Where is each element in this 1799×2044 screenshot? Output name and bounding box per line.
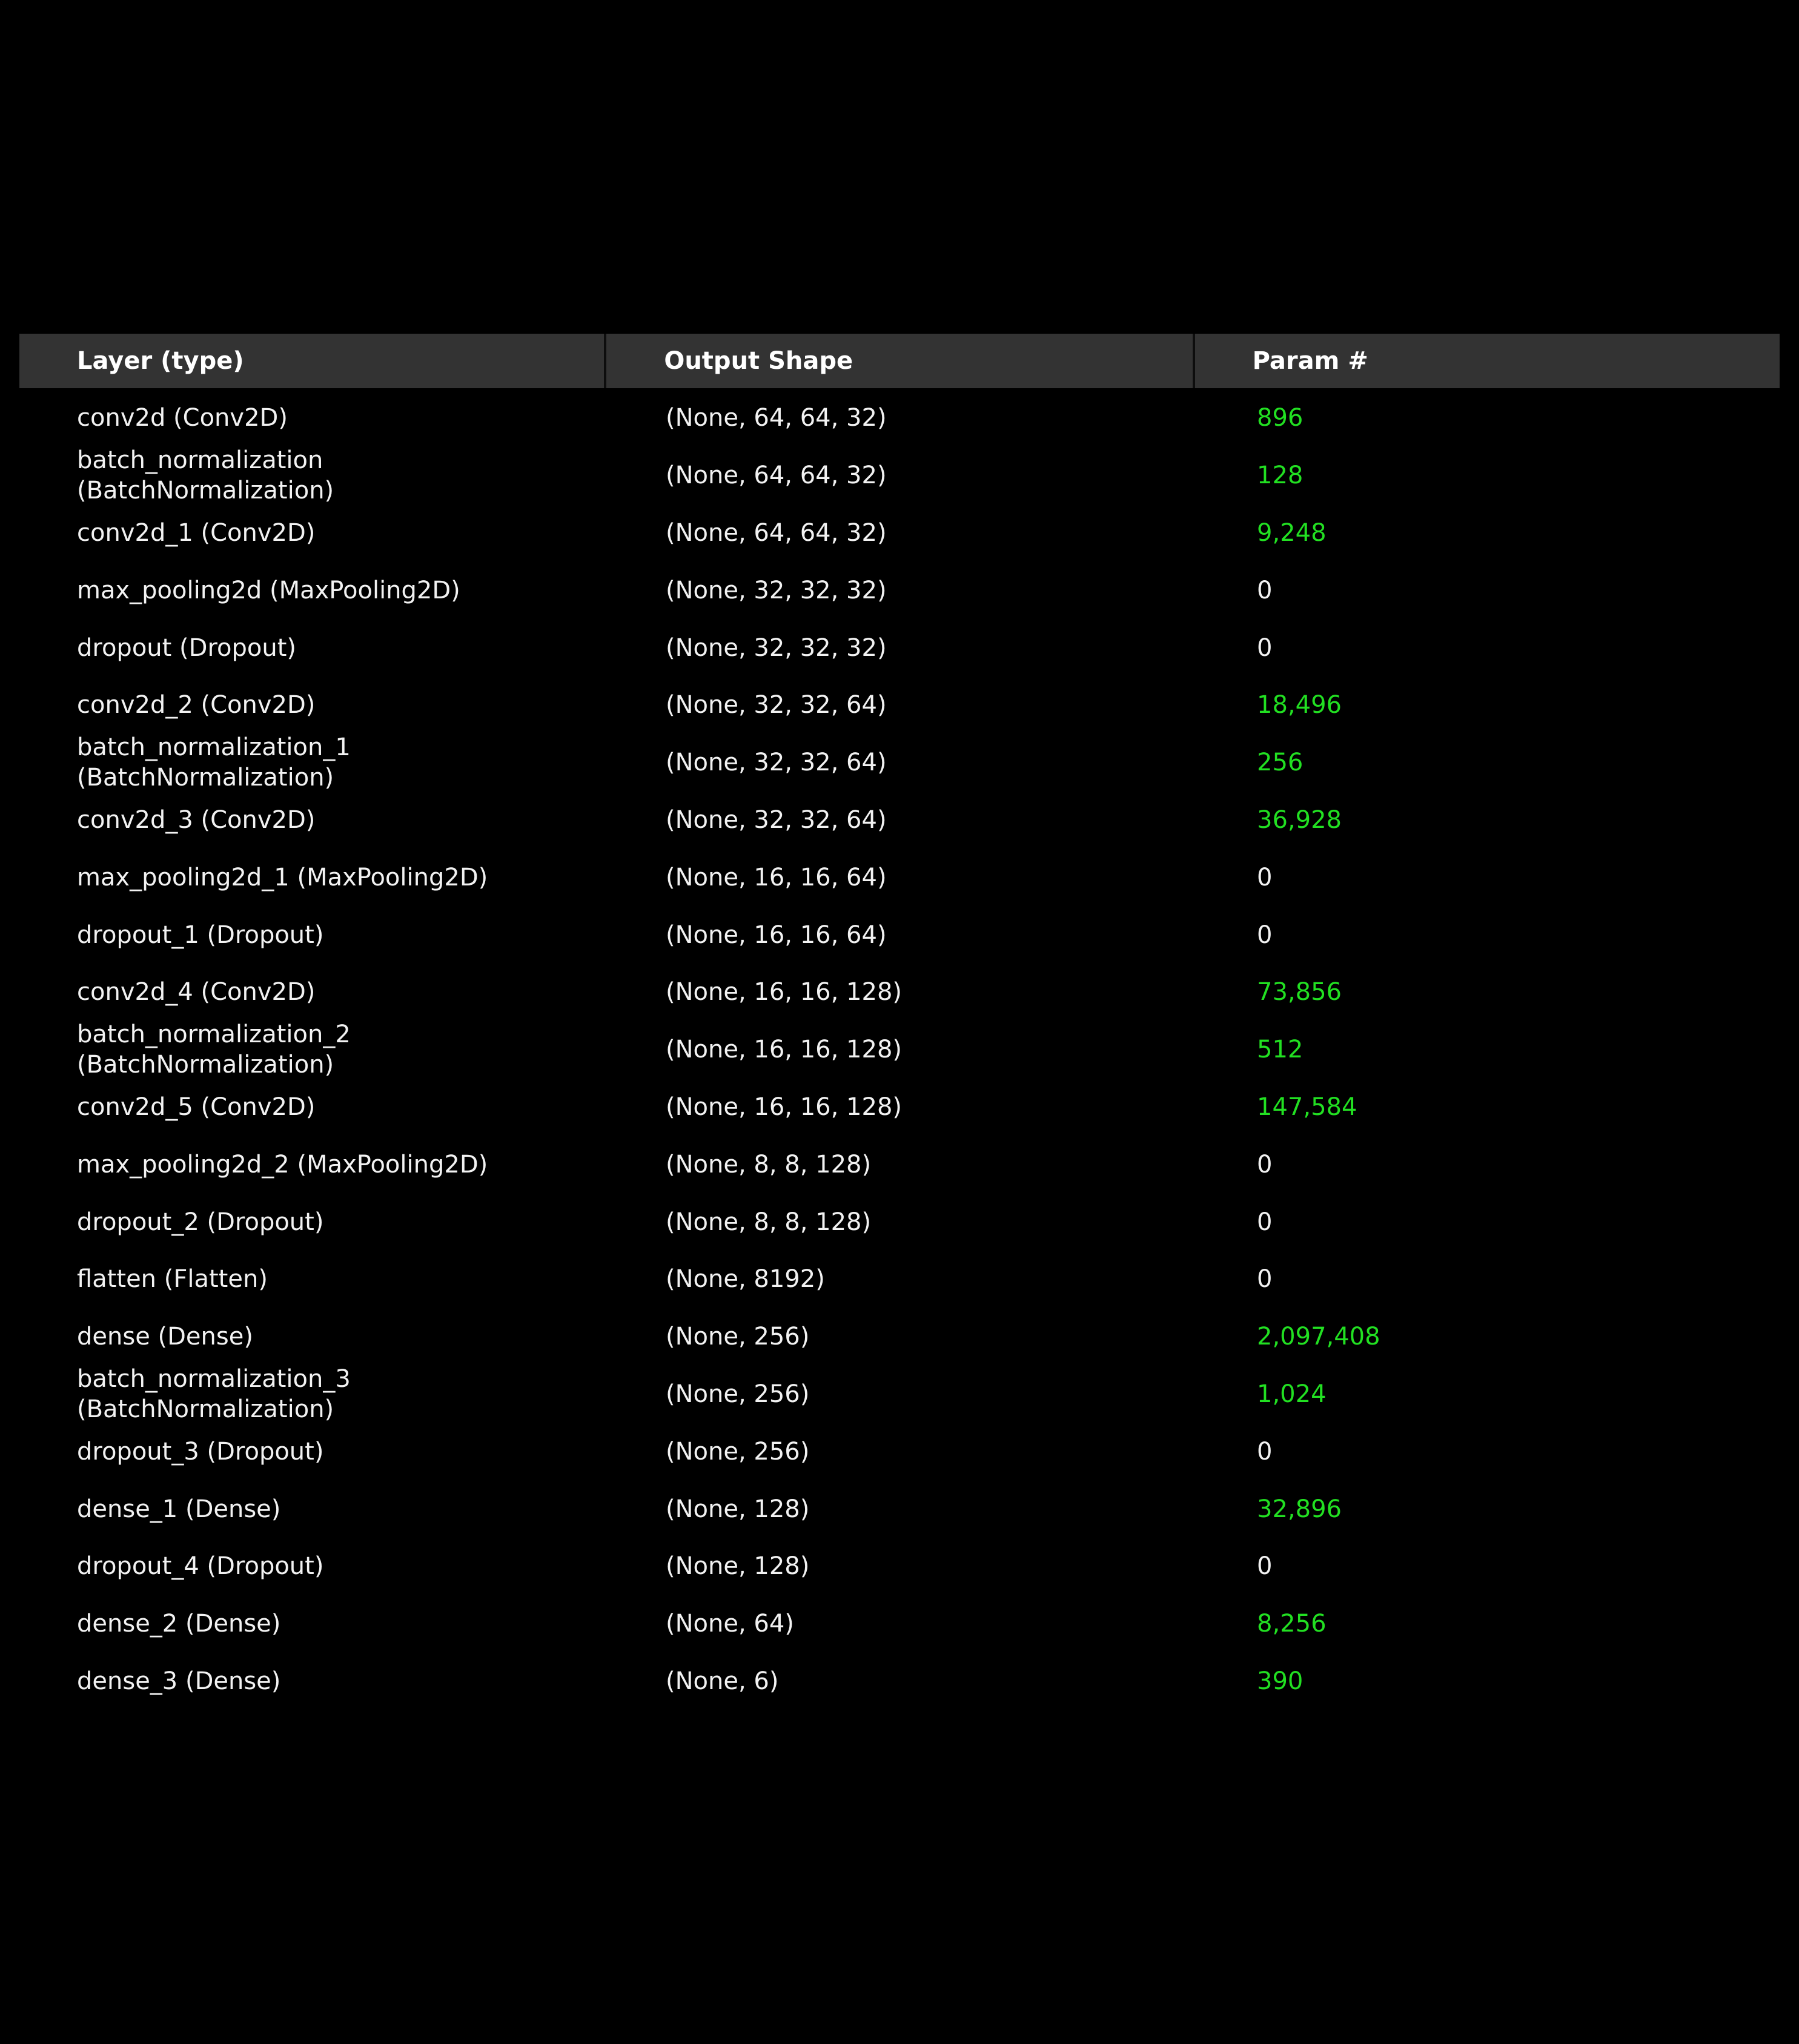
table-row: dense_2 (Dense) (None, 64) 8,256 [19, 1595, 1780, 1653]
param-count-cell: 2,097,408 [1257, 1323, 1380, 1351]
param-count-cell: 390 [1257, 1667, 1304, 1695]
layer-name-cell: dropout_4 (Dropout) [77, 1552, 324, 1581]
output-shape-cell: (None, 64, 64, 32) [666, 461, 887, 490]
model-summary-table: Layer (type) Output Shape Param # conv2d… [19, 334, 1780, 1710]
table-row: dropout_4 (Dropout) (None, 128) 0 [19, 1538, 1780, 1595]
table-row: conv2d (Conv2D) (None, 64, 64, 32) 896 [19, 389, 1780, 447]
param-count-cell: 256 [1257, 749, 1304, 777]
layer-name-cell: conv2d (Conv2D) [77, 404, 288, 432]
layer-name-cell: conv2d_4 (Conv2D) [77, 978, 316, 1007]
table-row: dense_1 (Dense) (None, 128) 32,896 [19, 1480, 1780, 1538]
output-shape-cell: (None, 8192) [666, 1265, 825, 1294]
output-shape-cell: (None, 32, 32, 32) [666, 576, 887, 604]
table-row: dense_3 (Dense) (None, 6) 390 [19, 1653, 1780, 1710]
output-shape-cell: (None, 128) [666, 1495, 810, 1523]
table-row: batch_normalization_3 (BatchNormalizatio… [19, 1364, 1780, 1423]
param-count-cell: 512 [1257, 1036, 1304, 1064]
output-shape-cell: (None, 32, 32, 32) [666, 633, 887, 662]
output-shape-cell: (None, 16, 16, 128) [666, 1036, 902, 1064]
table-body: conv2d (Conv2D) (None, 64, 64, 32) 896 batc… [19, 388, 1780, 1710]
param-count-cell: 0 [1257, 1552, 1273, 1581]
layer-name-cell: max_pooling2d_2 (MaxPooling2D) [77, 1150, 488, 1179]
param-count-cell: 36,928 [1257, 805, 1342, 834]
layer-name-cell: dropout_1 (Dropout) [77, 921, 324, 949]
param-count-cell: 0 [1257, 1150, 1273, 1179]
header-output-shape: Output Shape [664, 347, 853, 375]
layer-name-cell: batch_normalization_2 (BatchNormalizatio… [77, 1020, 351, 1079]
layer-name-cell: dense_1 (Dense) [77, 1495, 281, 1523]
layer-name-cell: conv2d_2 (Conv2D) [77, 691, 316, 719]
layer-name-cell: conv2d_3 (Conv2D) [77, 805, 316, 834]
table-row: batch_normalization_2 (BatchNormalizatio… [19, 1020, 1780, 1079]
layer-name-cell: dense_3 (Dense) [77, 1667, 281, 1695]
layer-name-cell: batch_normalization_3 (BatchNormalizatio… [77, 1364, 351, 1423]
layer-name-cell: dropout_3 (Dropout) [77, 1437, 324, 1466]
param-count-cell: 32,896 [1257, 1495, 1342, 1523]
table-header: Layer (type) Output Shape Param # [19, 334, 1780, 388]
param-count-cell: 0 [1257, 633, 1273, 662]
output-shape-cell: (None, 128) [666, 1552, 810, 1581]
output-shape-cell: (None, 32, 32, 64) [666, 691, 887, 719]
layer-name-cell: max_pooling2d_1 (MaxPooling2D) [77, 863, 488, 891]
layer-name-cell: dropout_2 (Dropout) [77, 1208, 324, 1236]
param-count-cell: 896 [1257, 404, 1304, 432]
output-shape-cell: (None, 8, 8, 128) [666, 1150, 872, 1179]
param-count-cell: 0 [1257, 1437, 1273, 1466]
table-row: dropout_3 (Dropout) (None, 256) 0 [19, 1423, 1780, 1480]
layer-name-cell: dense (Dense) [77, 1323, 253, 1351]
param-count-cell: 0 [1257, 576, 1273, 604]
param-count-cell: 73,856 [1257, 978, 1342, 1007]
table-row: max_pooling2d (MaxPooling2D) (None, 32, 3… [19, 561, 1780, 619]
layer-name-cell: dropout (Dropout) [77, 633, 296, 662]
output-shape-cell: (None, 64, 64, 32) [666, 404, 887, 432]
layer-name-cell: batch_normalization_1 (BatchNormalizatio… [77, 733, 351, 792]
output-shape-cell: (None, 32, 32, 64) [666, 749, 887, 777]
table-row: max_pooling2d_2 (MaxPooling2D) (None, 8, … [19, 1136, 1780, 1193]
output-shape-cell: (None, 256) [666, 1323, 810, 1351]
table-row: flatten (Flatten) (None, 8192) 0 [19, 1251, 1780, 1308]
table-row: conv2d_1 (Conv2D) (None, 64, 64, 32) 9,248 [19, 504, 1780, 562]
output-shape-cell: (None, 6) [666, 1667, 779, 1695]
table-row: conv2d_3 (Conv2D) (None, 32, 32, 64) 36,92… [19, 792, 1780, 849]
param-count-cell: 18,496 [1257, 691, 1342, 719]
table-row: dropout_2 (Dropout) (None, 8, 8, 128) 0 [19, 1193, 1780, 1251]
param-count-cell: 0 [1257, 921, 1273, 949]
table-row: conv2d_5 (Conv2D) (None, 16, 16, 128) 147,… [19, 1079, 1780, 1136]
layer-name-cell: dense_2 (Dense) [77, 1610, 281, 1638]
output-shape-cell: (None, 16, 16, 64) [666, 863, 887, 891]
param-count-cell: 128 [1257, 461, 1304, 490]
table-row: batch_normalization (BatchNormalization)… [19, 446, 1780, 505]
table-row: conv2d_4 (Conv2D) (None, 16, 16, 128) 73,8… [19, 964, 1780, 1021]
param-count-cell: 0 [1257, 1265, 1273, 1294]
output-shape-cell: (None, 64, 64, 32) [666, 518, 887, 547]
layer-name-cell: conv2d_1 (Conv2D) [77, 518, 316, 547]
table-row: conv2d_2 (Conv2D) (None, 32, 32, 64) 18,49… [19, 676, 1780, 734]
output-shape-cell: (None, 16, 16, 128) [666, 978, 902, 1007]
output-shape-cell: (None, 256) [666, 1437, 810, 1466]
output-shape-cell: (None, 32, 32, 64) [666, 805, 887, 834]
output-shape-cell: (None, 16, 16, 128) [666, 1093, 902, 1121]
param-count-cell: 9,248 [1257, 518, 1327, 547]
param-count-cell: 0 [1257, 863, 1273, 891]
table-row: max_pooling2d_1 (MaxPooling2D) (None, 16,… [19, 848, 1780, 906]
table-row: batch_normalization_1 (BatchNormalizatio… [19, 733, 1780, 792]
output-shape-cell: (None, 8, 8, 128) [666, 1208, 872, 1236]
table-row: dropout (Dropout) (None, 32, 32, 32) 0 [19, 619, 1780, 676]
param-count-cell: 8,256 [1257, 1610, 1327, 1638]
layer-name-cell: flatten (Flatten) [77, 1265, 268, 1294]
header-param-count: Param # [1252, 347, 1368, 375]
output-shape-cell: (None, 64) [666, 1610, 794, 1638]
header-layer-type: Layer (type) [77, 347, 244, 375]
param-count-cell: 0 [1257, 1208, 1273, 1236]
param-count-cell: 147,584 [1257, 1093, 1357, 1121]
output-shape-cell: (None, 256) [666, 1380, 810, 1408]
table-row: dropout_1 (Dropout) (None, 16, 16, 64) 0 [19, 906, 1780, 964]
layer-name-cell: batch_normalization (BatchNormalization) [77, 446, 334, 505]
table-row: dense (Dense) (None, 256) 2,097,408 [19, 1308, 1780, 1366]
layer-name-cell: conv2d_5 (Conv2D) [77, 1093, 316, 1121]
param-count-cell: 1,024 [1257, 1380, 1327, 1408]
output-shape-cell: (None, 16, 16, 64) [666, 921, 887, 949]
layer-name-cell: max_pooling2d (MaxPooling2D) [77, 576, 460, 604]
